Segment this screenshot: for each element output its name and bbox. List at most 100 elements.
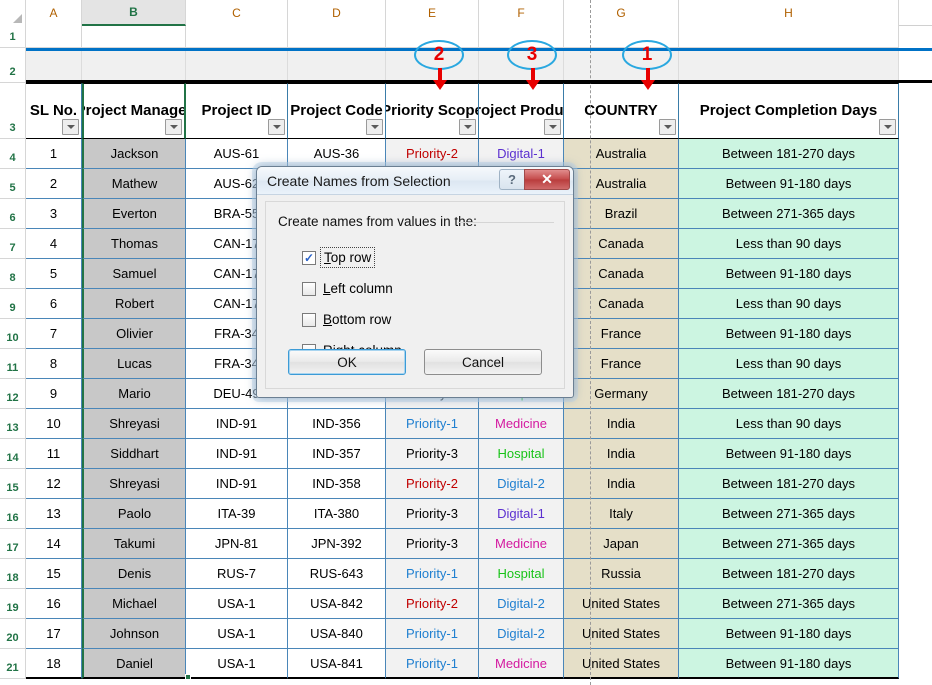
cell-e19[interactable]: Priority-2 [386, 589, 479, 619]
cell-f18[interactable]: Hospital [479, 559, 564, 589]
cell-a14[interactable]: 11 [26, 439, 82, 469]
row-header-11[interactable]: 11 [0, 349, 26, 379]
cell-f17[interactable]: Medicine [479, 529, 564, 559]
cell-d19[interactable]: USA-842 [288, 589, 386, 619]
row-header-16[interactable]: 16 [0, 499, 26, 529]
cell-f14[interactable]: Hospital [479, 439, 564, 469]
cell-h17[interactable]: Between 271-365 days [679, 529, 899, 559]
row-header-9[interactable]: 9 [0, 289, 26, 319]
cell-h8[interactable]: Between 91-180 days [679, 259, 899, 289]
cell-a17[interactable]: 14 [26, 529, 82, 559]
cell-a11[interactable]: 8 [26, 349, 82, 379]
table-row[interactable]: 15 Denis RUS-7 RUS-643 Priority-1 Hospital Rus… [26, 559, 899, 589]
cell-g19[interactable]: United States [564, 589, 679, 619]
cell-h13[interactable]: Less than 90 days [679, 409, 899, 439]
cell-a20[interactable]: 17 [26, 619, 82, 649]
row-header-17[interactable]: 17 [0, 529, 26, 559]
cell-g15[interactable]: India [564, 469, 679, 499]
column-header-f[interactable]: F [479, 0, 564, 26]
row-header-13[interactable]: 13 [0, 409, 26, 439]
table-header-priority-scope[interactable]: Priority Scope [386, 83, 479, 139]
cell-a8[interactable]: 5 [26, 259, 82, 289]
checkbox-top-row-box[interactable]: ✓ [302, 250, 316, 265]
cell-f13[interactable]: Medicine [479, 409, 564, 439]
cancel-button[interactable]: Cancel [424, 349, 542, 375]
table-header-project-id[interactable]: Project ID [186, 83, 288, 139]
cell-c13[interactable]: IND-91 [186, 409, 288, 439]
row-header-1[interactable]: 1 [0, 26, 26, 48]
filter-dropdown-country[interactable] [659, 119, 676, 135]
table-header-country[interactable]: COUNTRY [564, 83, 679, 139]
cell-a4[interactable]: 1 [26, 139, 82, 169]
cell-h2[interactable] [679, 48, 899, 83]
cell-b18[interactable]: Denis [82, 559, 186, 589]
spreadsheet-grid[interactable]: A B C D E F G H 1 2 3 4 5 6 7 8 9 10 11 … [0, 0, 932, 685]
table-row[interactable]: 18 Daniel USA-1 USA-841 Priority-1 Medicine Un… [26, 649, 899, 679]
column-header-b[interactable]: B [82, 0, 186, 26]
cell-f4[interactable]: Digital-1 [479, 139, 564, 169]
cell-g14[interactable]: India [564, 439, 679, 469]
table-header-completion-days[interactable]: Project Completion Days [679, 83, 899, 139]
cell-g9[interactable]: Canada [564, 289, 679, 319]
cell-e4[interactable]: Priority-2 [386, 139, 479, 169]
table-row[interactable]: 14 Takumi JPN-81 JPN-392 Priority-3 Medicine J… [26, 529, 899, 559]
table-header-project-code[interactable]: Project Code [288, 83, 386, 139]
row-header-5[interactable]: 5 [0, 169, 26, 199]
cell-d16[interactable]: ITA-380 [288, 499, 386, 529]
cell-h7[interactable]: Less than 90 days [679, 229, 899, 259]
cell-a18[interactable]: 15 [26, 559, 82, 589]
cell-a13[interactable]: 10 [26, 409, 82, 439]
cell-a16[interactable]: 13 [26, 499, 82, 529]
column-header-e[interactable]: E [386, 0, 479, 26]
cell-b6[interactable]: Everton [82, 199, 186, 229]
select-all-corner[interactable] [0, 0, 26, 26]
cell-b12[interactable]: Mario [82, 379, 186, 409]
cell-h16[interactable]: Between 271-365 days [679, 499, 899, 529]
cell-g7[interactable]: Canada [564, 229, 679, 259]
cell-e16[interactable]: Priority-3 [386, 499, 479, 529]
cell-c4[interactable]: AUS-61 [186, 139, 288, 169]
cell-d20[interactable]: USA-840 [288, 619, 386, 649]
column-header-d[interactable]: D [288, 0, 386, 26]
cell-f21[interactable]: Medicine [479, 649, 564, 679]
row-header-18[interactable]: 18 [0, 559, 26, 589]
cell-g21[interactable]: United States [564, 649, 679, 679]
table-row[interactable]: 1 Jackson AUS-61 AUS-36 Priority-2 Digital-1 A… [26, 139, 899, 169]
cell-b1[interactable] [82, 26, 186, 48]
cell-a7[interactable]: 4 [26, 229, 82, 259]
help-icon[interactable]: ? [499, 169, 524, 190]
cell-e20[interactable]: Priority-1 [386, 619, 479, 649]
cell-b10[interactable]: Olivier [82, 319, 186, 349]
cell-b16[interactable]: Paolo [82, 499, 186, 529]
table-header-row[interactable]: SL No. Project Manager Project ID Projec… [26, 83, 899, 139]
cell-c14[interactable]: IND-91 [186, 439, 288, 469]
cell-d1[interactable] [288, 26, 386, 48]
filter-dropdown-priority-scope[interactable] [459, 119, 476, 135]
cell-e13[interactable]: Priority-1 [386, 409, 479, 439]
cell-d21[interactable]: USA-841 [288, 649, 386, 679]
column-header-h[interactable]: H [679, 0, 899, 26]
cell-e18[interactable]: Priority-1 [386, 559, 479, 589]
filter-dropdown-project-id[interactable] [268, 119, 285, 135]
row-header-20[interactable]: 20 [0, 619, 26, 649]
column-header-a[interactable]: A [26, 0, 82, 26]
cell-b19[interactable]: Michael [82, 589, 186, 619]
filter-dropdown-sl-no[interactable] [62, 119, 79, 135]
create-names-from-selection-dialog[interactable]: Create Names from Selection ? ✕ Create n… [256, 166, 574, 398]
column-header-c[interactable]: C [186, 0, 288, 26]
cell-h19[interactable]: Between 271-365 days [679, 589, 899, 619]
cell-g8[interactable]: Canada [564, 259, 679, 289]
cell-h10[interactable]: Between 91-180 days [679, 319, 899, 349]
cell-b7[interactable]: Thomas [82, 229, 186, 259]
cell-d13[interactable]: IND-356 [288, 409, 386, 439]
cell-d4[interactable]: AUS-36 [288, 139, 386, 169]
cell-a2[interactable] [26, 48, 82, 83]
row-header-21[interactable]: 21 [0, 649, 26, 679]
cell-e17[interactable]: Priority-3 [386, 529, 479, 559]
cell-g12[interactable]: Germany [564, 379, 679, 409]
cell-g17[interactable]: Japan [564, 529, 679, 559]
cell-c17[interactable]: JPN-81 [186, 529, 288, 559]
cell-a9[interactable]: 6 [26, 289, 82, 319]
row-header-2[interactable]: 2 [0, 48, 26, 83]
cell-a21[interactable]: 18 [26, 649, 82, 679]
